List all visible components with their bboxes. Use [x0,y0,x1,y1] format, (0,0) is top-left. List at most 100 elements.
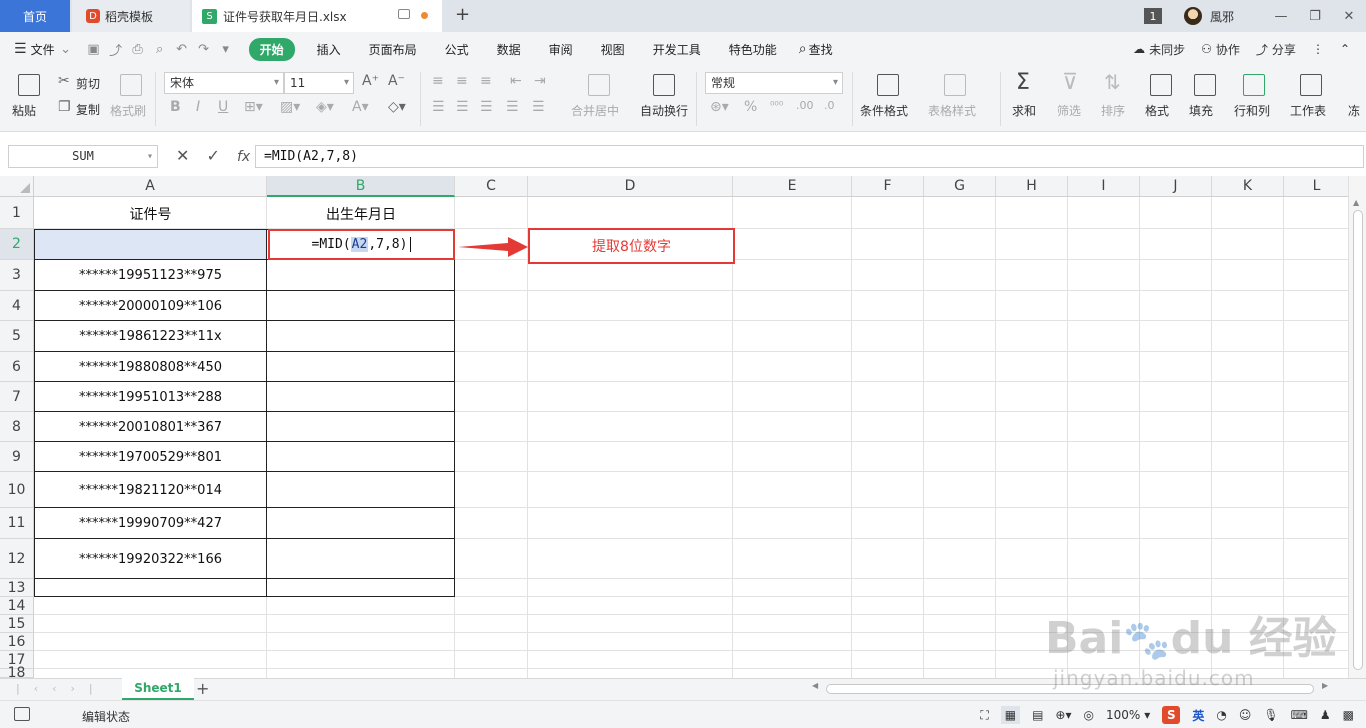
editing-cell-b2[interactable]: =MID( A2 ,7,8) [268,229,455,260]
sync-button[interactable]: 未同步 [1149,41,1185,58]
new-tab-icon[interactable]: + [455,4,470,25]
paste-icon[interactable] [18,74,40,96]
export-icon[interactable]: ⤴ [105,40,127,59]
vertical-scrollbar[interactable]: ▲ [1348,176,1366,678]
screen-icon[interactable] [398,9,410,19]
row-header-11[interactable]: 11 [0,508,34,539]
share-button[interactable]: 分享 [1272,41,1296,58]
fill-icon[interactable] [1194,74,1216,96]
select-all-corner[interactable] [0,176,34,197]
row-header-6[interactable]: 6 [0,352,34,382]
cell-a9[interactable]: ******19700529**801 [34,442,267,472]
tab-home[interactable]: 首页 [0,0,70,32]
minimize-icon[interactable]: — [1264,9,1298,24]
normal-view-icon[interactable]: ▦ [1000,706,1021,724]
row-header-9[interactable]: 9 [0,442,34,472]
column-header-f[interactable]: F [852,176,924,197]
row-header-10[interactable]: 10 [0,472,34,508]
name-box[interactable]: SUM [8,145,158,168]
column-header-l[interactable]: L [1284,176,1348,197]
column-header-h[interactable]: H [996,176,1068,197]
header-birth-date[interactable]: 出生年月日 [267,198,455,229]
sort-icon[interactable]: ⇅ [1104,70,1121,94]
justify-icon[interactable]: ☰ [506,99,519,115]
keyboard-icon[interactable]: ⌨ [1291,708,1308,722]
user-center-icon[interactable]: ♟ [1320,708,1331,722]
cell-a11[interactable]: ******19990709**427 [34,508,267,539]
align-bottom-icon[interactable]: ≡ [480,73,492,89]
preview-icon[interactable]: ⌕ [149,42,171,57]
merge-center-icon[interactable] [588,74,610,96]
tab-file[interactable]: S 证件号获取年月日.xlsx [192,0,442,32]
font-grow-icon[interactable]: A⁺ [362,73,379,89]
fill-button[interactable]: 填充 [1189,102,1213,119]
number-format-select[interactable]: 常规 [705,72,843,94]
border-icon[interactable]: ⊞▾ [244,99,263,115]
align-right-icon[interactable]: ☰ [480,99,493,115]
formula-input[interactable]: =MID(A2,7,8) [255,145,1364,168]
decimal-increase-icon[interactable]: .00 [796,99,814,112]
cloud-icon[interactable]: ☁ [1133,42,1145,56]
paste-button[interactable]: 粘贴 [12,102,36,119]
close-icon[interactable]: ✕ [1332,9,1366,24]
row-header-4[interactable]: 4 [0,291,34,321]
row-header-7[interactable]: 7 [0,382,34,412]
macro-record-icon[interactable] [14,707,30,721]
row-header-18[interactable]: 18 [0,665,34,678]
format-icon[interactable] [1150,74,1172,96]
row-col-icon[interactable] [1243,74,1265,96]
worksheet-button[interactable]: 工作表 [1290,102,1326,119]
align-center-icon[interactable]: ☰ [456,99,469,115]
font-color-icon[interactable]: A▾ [352,99,369,115]
align-left-icon[interactable]: ☰ [432,99,445,115]
page-layout-view-icon[interactable]: ▤ [1032,708,1043,722]
save-icon[interactable]: ▣ [83,42,105,57]
row-header-5[interactable]: 5 [0,321,34,352]
align-middle-icon[interactable]: ≡ [456,73,468,89]
tab-data[interactable]: 数据 [483,41,535,58]
tab-start[interactable]: 开始 [248,37,295,61]
collab-button[interactable]: 协作 [1216,41,1240,58]
window-count-badge[interactable]: 1 [1143,8,1162,24]
spreadsheet-grid[interactable]: ABCDEFGHIJKL 1 2 3 4 5 6 7 8 9 10 11 12 13 14 15 16 17 18… [0,176,1348,678]
cancel-icon[interactable]: ✕ [176,146,189,165]
tab-template[interactable]: D 稻壳模板 [72,0,190,32]
sum-button[interactable]: 求和 [1012,102,1036,119]
user-name[interactable]: 風邪 [1210,8,1234,25]
vertical-scroll-thumb[interactable] [1353,210,1363,670]
insert-function-icon[interactable]: fx [237,149,250,165]
more-icon[interactable]: ⋮ [1312,42,1324,56]
format-painter-icon[interactable] [120,74,142,96]
row-col-button[interactable]: 行和列 [1234,102,1270,119]
tab-insert[interactable]: 插入 [303,41,355,58]
merge-center-button[interactable]: 合并居中 [571,102,619,119]
column-header-d[interactable]: D [528,176,733,197]
cell-a5[interactable]: ******19861223**11x [34,321,267,352]
indent-decrease-icon[interactable]: ⇤ [510,73,522,89]
menu-icon[interactable]: ☰ [14,41,27,57]
punctuation-icon[interactable]: ◔ [1216,708,1226,722]
cell-a3[interactable]: ******19951123**975 [34,260,267,291]
conditional-format-button[interactable]: 条件格式 [860,102,908,119]
underline-icon[interactable]: U [218,99,228,115]
selected-cell-a2[interactable] [34,229,267,260]
avatar[interactable] [1183,7,1202,25]
font-name-select[interactable]: 宋体 [164,72,284,94]
sum-icon[interactable]: Σ [1016,70,1030,95]
copy-icon[interactable]: ❐ [58,99,71,115]
conditional-format-icon[interactable] [877,74,899,96]
tab-formulas[interactable]: 公式 [431,41,483,58]
page-break-view-icon[interactable]: ⊕▾ [1055,708,1071,722]
worksheet-icon[interactable] [1300,74,1322,96]
wrap-text-icon[interactable] [653,74,675,96]
column-header-a[interactable]: A [34,176,267,197]
sogou-ime-icon[interactable]: S [1162,706,1181,724]
share-icon[interactable]: ⤴ [1256,41,1268,58]
scroll-up-icon[interactable]: ▲ [1353,198,1359,207]
column-header-c[interactable]: C [455,176,528,197]
table-style-button[interactable]: 表格样式 [928,102,976,119]
row-header-1[interactable]: 1 [0,197,34,229]
customize-icon[interactable]: ▾ [215,42,237,57]
fullscreen-icon[interactable]: ⛶ [980,708,988,723]
cell-a12[interactable]: ******19920322**166 [34,539,267,579]
